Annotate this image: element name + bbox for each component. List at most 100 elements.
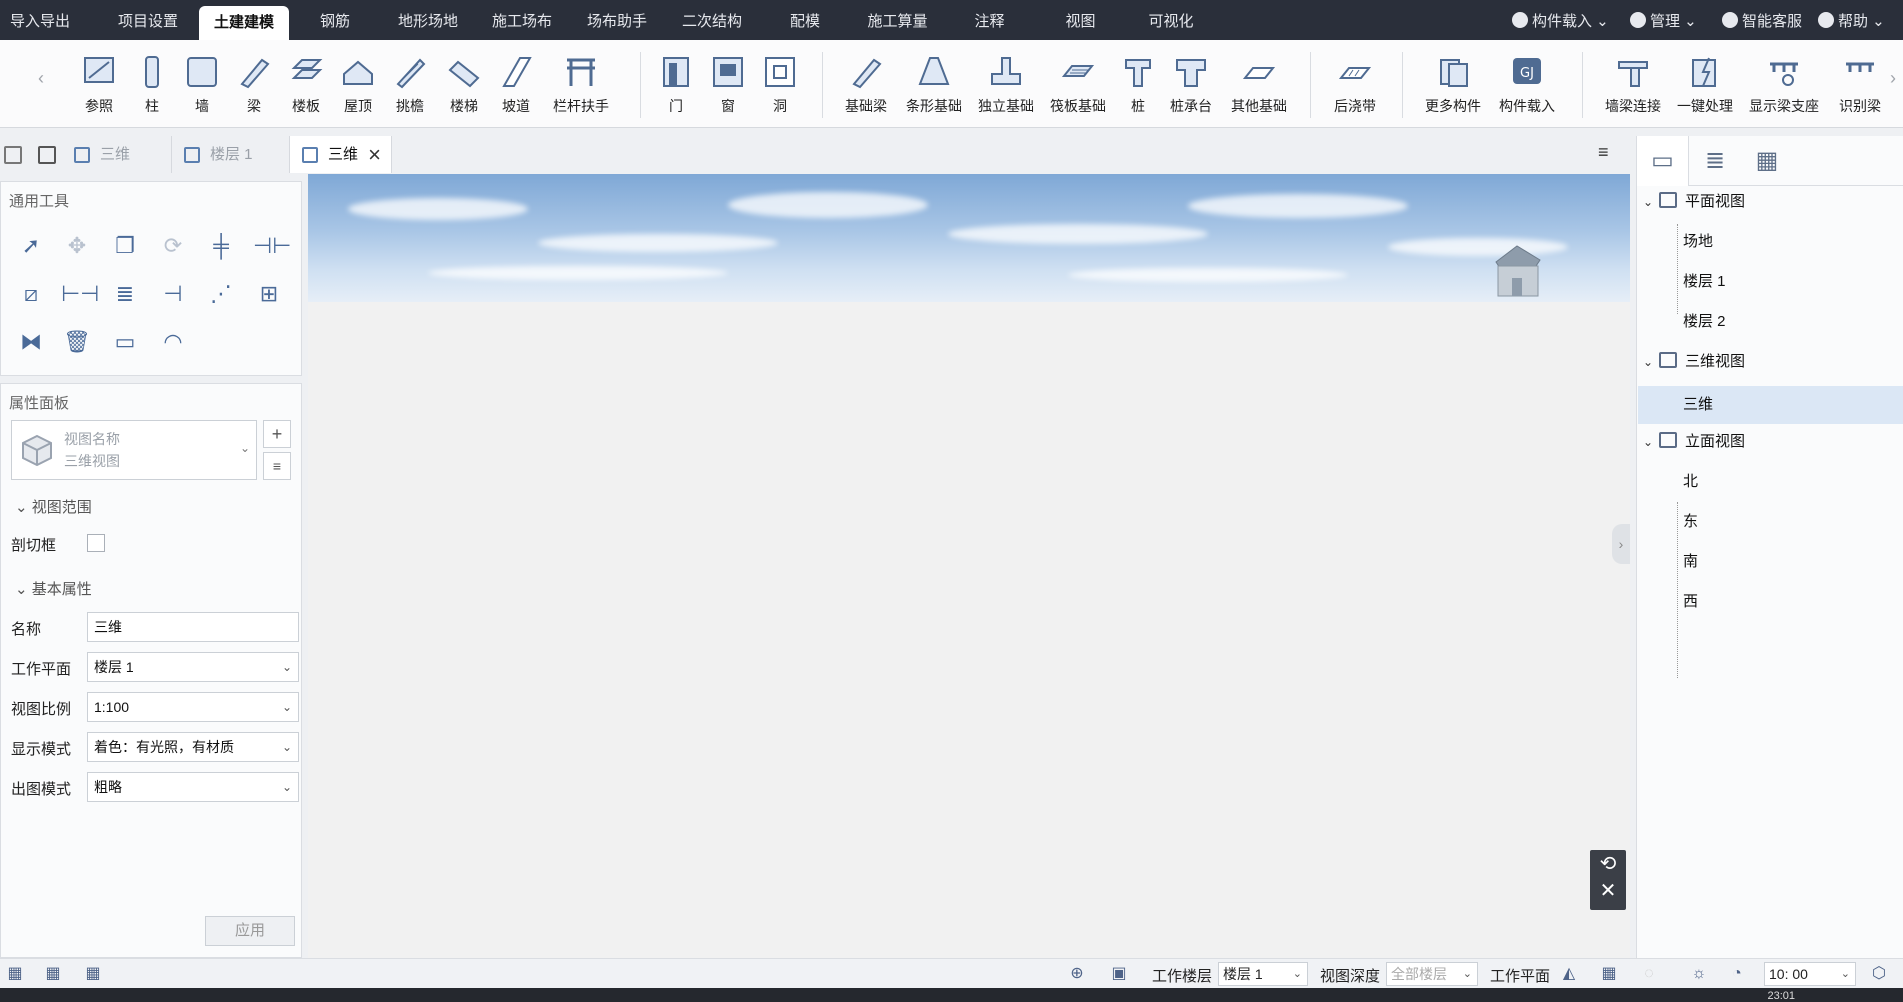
- tree-group-3d-views[interactable]: ⌄ 三维视图: [1643, 346, 1745, 378]
- tab-annotation[interactable]: 注释: [962, 0, 1017, 40]
- dimension-icon[interactable]: ⊢⊣: [61, 278, 99, 310]
- doc-tab-3d-inactive[interactable]: 三维: [62, 136, 172, 173]
- tool-foundation-beam[interactable]: 基础梁: [836, 54, 896, 124]
- view-cube-icon[interactable]: [1488, 240, 1546, 300]
- tab-site-layout[interactable]: 施工场布: [482, 0, 562, 40]
- basic-properties-section-header[interactable]: ⌄ 基本属性: [15, 578, 92, 599]
- help-menu[interactable]: 帮助 ⌄: [1818, 0, 1885, 40]
- time-select[interactable]: 10: 00 ⌄: [1764, 962, 1856, 986]
- layout-split-icon[interactable]: ▦: [44, 965, 62, 983]
- tool-slab[interactable]: 楼板: [286, 54, 326, 124]
- smart-service-button[interactable]: 智能客服: [1722, 0, 1802, 40]
- layout-single-icon[interactable]: ▦: [6, 965, 24, 983]
- view-depth-select[interactable]: 全部楼层 ⌄: [1386, 962, 1478, 986]
- angle-measure-icon[interactable]: ◠: [157, 326, 189, 358]
- view-range-section-header[interactable]: ⌄ 视图范围: [15, 496, 92, 517]
- tab-civil-modeling[interactable]: 土建建模: [199, 6, 289, 40]
- light-bulb-icon[interactable]: ◌: [1640, 965, 1658, 983]
- trim-extend-icon[interactable]: ╪: [205, 230, 237, 262]
- tree-item-west[interactable]: 西: [1683, 586, 1698, 618]
- tool-ramp[interactable]: 坡道: [496, 54, 536, 124]
- layout-grid-icon[interactable]: ▦: [84, 965, 102, 983]
- tool-other-foundation[interactable]: 其他基础: [1224, 54, 1294, 124]
- extend-icon[interactable]: ⊣: [157, 278, 189, 310]
- tool-reference[interactable]: 参照: [76, 54, 122, 124]
- layout-tab-icon[interactable]: ▦: [1741, 136, 1793, 186]
- tool-wall-beam-connect[interactable]: 墙梁连接: [1598, 54, 1668, 124]
- copy-icon[interactable]: ❐: [109, 230, 141, 262]
- view-cube-toggle-icon[interactable]: ⬡: [1870, 965, 1888, 983]
- tool-pile-cap[interactable]: 桩承台: [1162, 54, 1220, 124]
- sun-icon[interactable]: ☼: [1690, 965, 1708, 983]
- view-type-selector[interactable]: 视图名称 三维视图 ⌄: [11, 420, 257, 480]
- tool-component-load[interactable]: GJ 构件载入: [1492, 54, 1562, 124]
- tree-item-east[interactable]: 东: [1683, 506, 1698, 538]
- tool-show-beam-support[interactable]: 显示梁支座: [1742, 54, 1826, 124]
- break-icon[interactable]: ⋰: [205, 278, 237, 310]
- select-arrow-icon[interactable]: ➚: [15, 230, 47, 262]
- tool-column[interactable]: 柱: [132, 54, 172, 124]
- display-mode-select[interactable]: 着色：有光照，有材质 ⌄: [87, 732, 299, 762]
- tab-visualization[interactable]: 可视化: [1136, 0, 1206, 40]
- tool-strip-foundation[interactable]: 条形基础: [900, 54, 968, 124]
- tree-item-floor-2[interactable]: 楼层 2: [1683, 306, 1726, 338]
- tree-item-floor-1[interactable]: 楼层 1: [1683, 266, 1726, 298]
- tab-project-settings[interactable]: 项目设置: [108, 0, 188, 40]
- tool-identify-beam[interactable]: 识别梁: [1830, 54, 1890, 124]
- tool-pile[interactable]: 桩: [1118, 54, 1158, 124]
- views-tab-icon[interactable]: ▭: [1637, 136, 1689, 186]
- tile-windows-icon[interactable]: [38, 146, 56, 164]
- tree-item-north[interactable]: 北: [1683, 466, 1698, 498]
- tab-layout-assistant[interactable]: 场布助手: [577, 0, 657, 40]
- doc-tab-floor-1[interactable]: 楼层 1: [172, 136, 290, 173]
- sun-time-icon[interactable]: ◔: [1728, 965, 1746, 983]
- tool-isolated-foundation[interactable]: 独立基础: [972, 54, 1040, 124]
- ribbon-scroll-left-icon[interactable]: ‹: [38, 68, 44, 89]
- 3d-viewport[interactable]: › ⟲ ✕: [308, 174, 1630, 958]
- tool-railing[interactable]: 栏杆扶手: [546, 54, 616, 124]
- tab-rebar[interactable]: 钢筋: [305, 0, 365, 40]
- tree-group-elevation-views[interactable]: ⌄ 立面视图: [1643, 426, 1745, 458]
- tool-post-pour-strip[interactable]: 后浇带: [1326, 54, 1384, 124]
- output-mode-select[interactable]: 粗略 ⌄: [87, 772, 299, 802]
- collapse-panel-handle[interactable]: ›: [1612, 524, 1630, 564]
- tree-group-plan-views[interactable]: ⌄ 平面视图: [1643, 186, 1745, 218]
- tab-menu-icon[interactable]: ≡: [1598, 142, 1609, 163]
- grid-snap-icon[interactable]: ▦: [1600, 965, 1618, 983]
- doc-tab-3d-active[interactable]: 三维 ×: [290, 136, 392, 173]
- split-icon[interactable]: ⊣⊢: [253, 230, 291, 262]
- tool-raft-foundation[interactable]: 筏板基础: [1044, 54, 1112, 124]
- rotate-icon[interactable]: ⟳: [157, 230, 189, 262]
- visibility-tab-icon[interactable]: ≣: [1689, 136, 1741, 186]
- add-type-icon[interactable]: +: [263, 420, 291, 448]
- tool-eave[interactable]: 挑檐: [390, 54, 430, 124]
- tab-formwork[interactable]: 配模: [775, 0, 835, 40]
- align-icon[interactable]: ≣: [109, 278, 141, 310]
- tool-beam[interactable]: 梁: [234, 54, 274, 124]
- work-plane-select[interactable]: 楼层 1 ⌄: [87, 652, 299, 682]
- measure-icon[interactable]: ▭: [109, 326, 141, 358]
- tool-window[interactable]: 窗: [708, 54, 748, 124]
- tool-one-click-process[interactable]: 一键处理: [1670, 54, 1740, 124]
- close-icon[interactable]: ✕: [1590, 878, 1626, 904]
- component-load-menu[interactable]: 构件载入 ⌄: [1512, 0, 1609, 40]
- ribbon-scroll-right-icon[interactable]: ›: [1890, 68, 1896, 89]
- close-icon[interactable]: ×: [368, 136, 381, 173]
- zoom-extents-icon[interactable]: ⊕: [1068, 965, 1086, 983]
- edit-type-icon[interactable]: ≡: [263, 452, 291, 480]
- tab-view[interactable]: 视图: [1053, 0, 1108, 40]
- tab-terrain[interactable]: 地形场地: [388, 0, 468, 40]
- tree-item-3d[interactable]: 三维: [1683, 389, 1713, 421]
- tool-door[interactable]: 门: [656, 54, 696, 124]
- tool-wall[interactable]: 墙: [182, 54, 222, 124]
- switch-window-icon[interactable]: [4, 146, 22, 164]
- tool-opening[interactable]: 洞: [760, 54, 800, 124]
- offset-icon[interactable]: ⧄: [15, 278, 47, 310]
- reset-view-icon[interactable]: ⟲: [1590, 850, 1626, 878]
- tool-stairs[interactable]: 楼梯: [444, 54, 484, 124]
- work-plane-icon[interactable]: ◭: [1560, 965, 1578, 983]
- name-input[interactable]: 三维: [87, 612, 299, 642]
- tree-item-site[interactable]: 场地: [1683, 226, 1713, 258]
- array-icon[interactable]: ⊞: [253, 278, 285, 310]
- mirror-icon[interactable]: ⧓: [15, 326, 47, 358]
